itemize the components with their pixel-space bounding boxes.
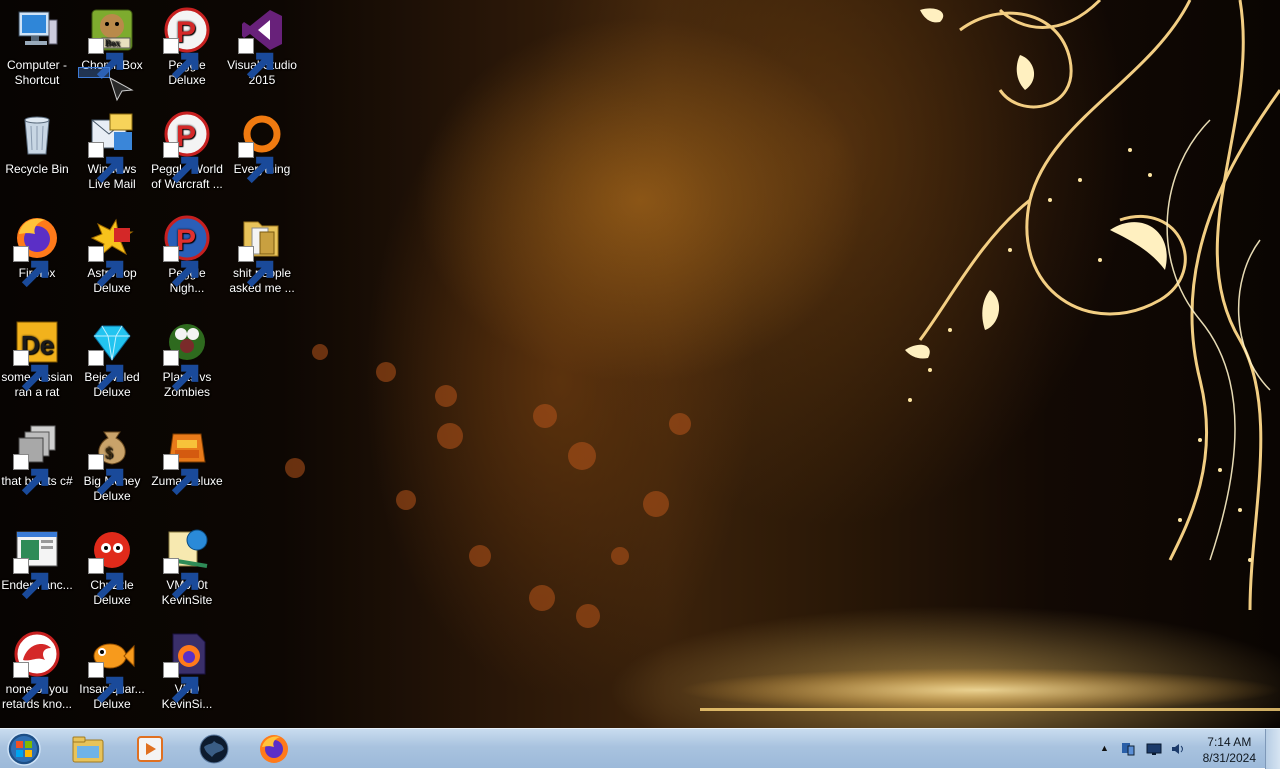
desktop-icon-label: Recycle Bin [5, 162, 69, 176]
desktop-icon-windows-live-mail[interactable]: Windows Live Mail [75, 110, 149, 192]
red-dragon-icon [13, 630, 61, 704]
start-button[interactable] [4, 731, 50, 767]
show-desktop-button[interactable] [1265, 729, 1280, 769]
shortcut-arrow-icon [88, 246, 124, 288]
shortcut-arrow-icon [238, 246, 274, 288]
fish-icon [88, 630, 136, 704]
taskbar-pinned-globe[interactable] [186, 731, 242, 767]
dark-globe-icon [199, 734, 229, 764]
desktop-icon-some-russian-ran-a-rat[interactable]: De some russian ran a rat [0, 318, 74, 400]
selection-rectangle [78, 67, 110, 78]
shortcut-arrow-icon [88, 350, 124, 392]
peggle-icon: P [163, 6, 211, 80]
window-app-icon [13, 526, 61, 600]
desktop-icon-firefox[interactable]: Firefox [0, 214, 74, 288]
show-hidden-icons-button[interactable]: ▲ [1100, 743, 1112, 759]
shortcut-arrow-icon [88, 38, 124, 80]
desktop[interactable]: Computer - Shortcut Recycle Bin Firefox De s… [0, 0, 1280, 728]
taskbar-pinned-explorer[interactable] [60, 731, 116, 767]
stacked-windows-icon [13, 422, 61, 496]
taskbar-pinned-firefox[interactable] [246, 731, 302, 767]
mail-icon [88, 110, 136, 184]
desktop-icon-plants-vs-zombies[interactable]: Plants vs Zombies [150, 318, 224, 400]
file-explorer-icon [72, 736, 104, 763]
folder-icon [238, 214, 286, 288]
zuma-icon [163, 422, 211, 496]
shortcut-arrow-icon [163, 142, 199, 184]
desktop-icon-chuzzle-deluxe[interactable]: Chuzzle Deluxe [75, 526, 149, 608]
everything-search-icon [238, 110, 286, 184]
desktop-icon-visual-studio-2015[interactable]: Visual Studio 2015 [225, 6, 299, 88]
visual-studio-icon [238, 6, 286, 80]
diamond-icon [88, 318, 136, 392]
desktop-icon-computer-shortcut[interactable]: Computer - Shortcut [0, 6, 74, 88]
peggle-icon: P [163, 110, 211, 184]
desktop-icon-chomikbox[interactable]: Box ChomikBox [75, 6, 149, 80]
shortcut-arrow-icon [88, 142, 124, 184]
shortcut-arrow-icon [163, 558, 199, 600]
desktop-icon-peggle-world-of-warcraft[interactable]: P Peggle World of Warcraft ... [150, 110, 224, 192]
shortcut-arrow-icon [163, 662, 199, 704]
money-bag-icon: $ [88, 422, 136, 496]
shortcut-arrow-icon [163, 350, 199, 392]
shortcut-arrow-icon [88, 558, 124, 600]
desktop-icon-insaniquar-deluxe[interactable]: Insaniquar... Deluxe [75, 630, 149, 712]
mouse-cursor-icon [109, 76, 134, 102]
desktop-icon-big-money-deluxe[interactable]: $ Big Money Deluxe [75, 422, 149, 504]
globe-document-icon [163, 526, 211, 600]
desktop-icon-label: Computer - Shortcut [6, 58, 68, 87]
astropop-icon [88, 214, 136, 288]
shortcut-arrow-icon [13, 350, 49, 392]
hamster-box-icon: Box [88, 6, 136, 80]
recycle-bin-icon [13, 110, 61, 158]
taskbar-pinned-media-player[interactable] [122, 731, 178, 767]
shortcut-arrow-icon [13, 454, 49, 496]
taskbar: ▲ 7:14 AM 8/31/2024 [0, 728, 1280, 769]
system-tray: ▲ 7:14 AM 8/31/2024 [1080, 729, 1280, 769]
desktop-icon-none-of-you-retards-kno[interactable]: none of you retards kno... [0, 630, 74, 712]
media-player-icon [137, 736, 163, 762]
desktop-icon-that-but-its-c[interactable]: that but its c# [0, 422, 74, 496]
volume-tray-icon[interactable] [1170, 741, 1186, 757]
firefox-icon [260, 735, 288, 763]
shortcut-arrow-icon [163, 38, 199, 80]
chuzzle-icon [88, 526, 136, 600]
windows-start-orb-icon [7, 732, 41, 766]
firefox-icon [13, 214, 61, 288]
desktop-icon-vm0-kevinsi[interactable]: VM0 KevinSi... [150, 630, 224, 712]
desktop-icon-recycle-bin[interactable]: Recycle Bin [0, 110, 74, 177]
clock-date: 8/31/2024 [1202, 751, 1256, 765]
shortcut-arrow-icon [238, 38, 274, 80]
computer-icon [13, 6, 61, 54]
shortcut-arrow-icon [88, 454, 124, 496]
desktop-icon-zuma-deluxe[interactable]: Zuma Deluxe [150, 422, 224, 496]
shortcut-arrow-icon [88, 662, 124, 704]
clock[interactable]: 7:14 AM 8/31/2024 [1203, 734, 1256, 766]
firefox-document-icon [163, 630, 211, 704]
network-tray-icon[interactable] [1120, 741, 1136, 757]
desktop-icon-peggle-deluxe[interactable]: P Peggle Deluxe [150, 6, 224, 88]
desktop-icon-everything[interactable]: Everything [225, 110, 299, 184]
shortcut-arrow-icon [238, 142, 274, 184]
shortcut-arrow-icon [13, 558, 49, 600]
desktop-icon-astropop-deluxe[interactable]: AstroPop Deluxe [75, 214, 149, 296]
shortcut-arrow-icon [13, 662, 49, 704]
desktop-icon-vm0b0t-kevinsite[interactable]: VM0b0t KevinSite [150, 526, 224, 608]
shortcut-arrow-icon [163, 246, 199, 288]
shortcut-arrow-icon [13, 246, 49, 288]
de-app-icon: De [13, 318, 61, 392]
clock-time: 7:14 AM [1207, 735, 1252, 749]
shortcut-arrow-icon [163, 454, 199, 496]
desktop-icon-peggle-nigh[interactable]: P Peggle Nigh... [150, 214, 224, 296]
peggle-nights-icon: P [163, 214, 211, 288]
monitor-tray-icon[interactable] [1146, 741, 1162, 757]
desktop-icon-endermanc[interactable]: Endermanc... [0, 526, 74, 600]
desktop-icon-shit-people-asked-me[interactable]: shit people asked me ... [225, 214, 299, 296]
plants-vs-zombies-icon [163, 318, 211, 392]
desktop-icon-bejeweled-deluxe[interactable]: Bejeweled Deluxe [75, 318, 149, 400]
